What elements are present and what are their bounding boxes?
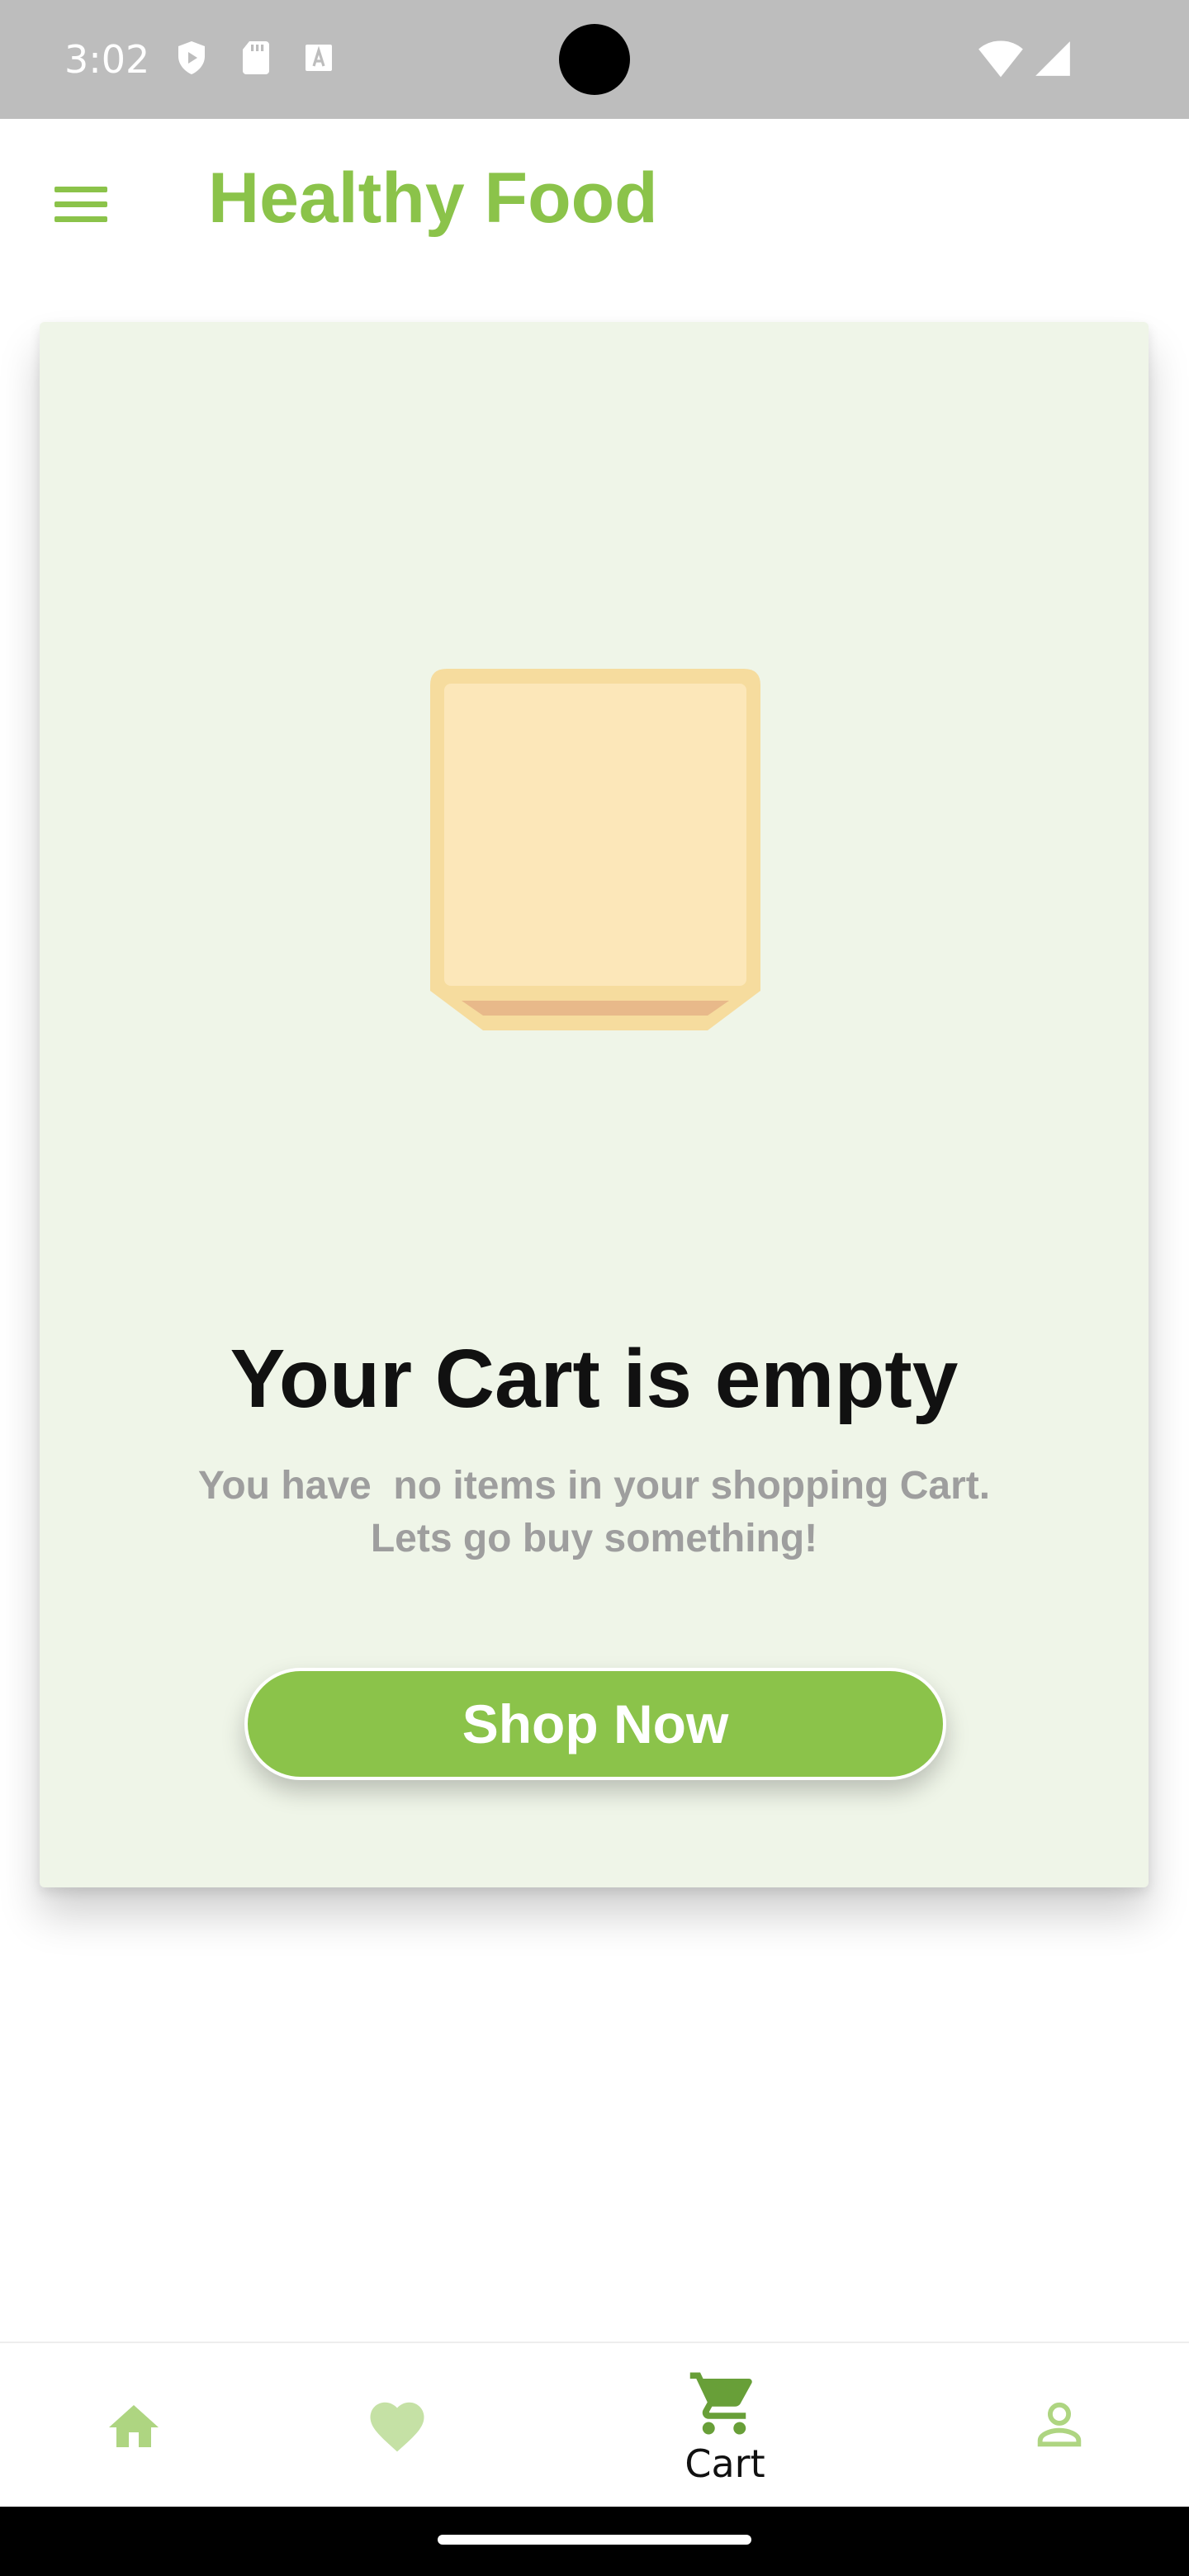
shop-now-button[interactable]: Shop Now: [244, 1668, 946, 1780]
shield-play-icon: [178, 41, 205, 74]
empty-cart-subtitle: You have no items in your shopping Cart.…: [122, 1460, 1066, 1565]
bottom-navigation: Cart: [0, 2342, 1189, 2507]
empty-cart-title: Your Cart is empty: [230, 1333, 959, 1425]
nav-label-cart: Cart: [685, 2441, 765, 2486]
empty-cart-subtitle-line1: You have no items in your shopping Cart.: [197, 1464, 991, 1508]
empty-cart-subtitle-line2: Lets go buy something!: [370, 1517, 818, 1560]
status-bar: 3:02: [0, 0, 1189, 119]
wifi-icon: [978, 40, 1023, 78]
hamburger-menu-icon-bar: [54, 201, 107, 207]
hamburger-menu-icon: [54, 187, 107, 192]
menu-button[interactable]: [41, 165, 121, 244]
screen: 3:02 Healthy Food Your Cart is empty You…: [0, 0, 1189, 2576]
gesture-bar: [0, 2507, 1189, 2576]
font-a-icon: [306, 45, 332, 71]
person-icon: [1037, 2402, 1082, 2447]
heart-icon: [370, 2402, 424, 2452]
hamburger-menu-icon-bar: [54, 216, 107, 222]
app-bar: Healthy Food: [0, 119, 1189, 281]
nav-item-cart[interactable]: Cart: [642, 2343, 808, 2508]
camera-cutout: [559, 24, 630, 95]
status-time: 3:02: [64, 37, 150, 82]
nav-item-profile[interactable]: [974, 2343, 1139, 2508]
nav-item-home[interactable]: [50, 2343, 215, 2508]
home-gesture-handle[interactable]: [438, 2535, 751, 2545]
cart-icon: [689, 2372, 752, 2435]
nav-item-favorites[interactable]: [314, 2343, 479, 2508]
sd-card-icon: [243, 41, 269, 74]
empty-cart-card: Your Cart is empty You have no items in …: [40, 322, 1149, 1887]
app-title: Healthy Food: [208, 159, 658, 238]
home-icon: [109, 2405, 159, 2447]
cell-signal-icon: [1035, 41, 1070, 76]
empty-box-icon: [430, 669, 760, 1030]
